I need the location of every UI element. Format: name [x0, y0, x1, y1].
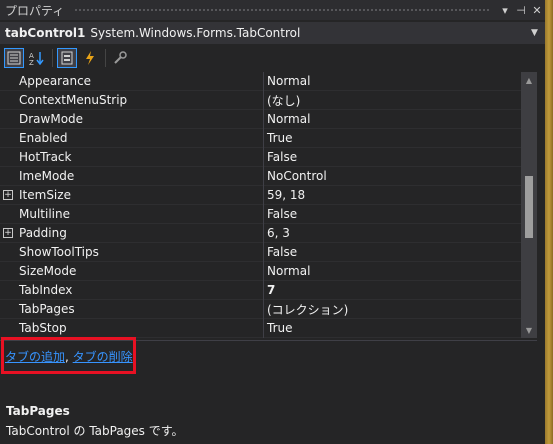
- property-name: SizeMode: [19, 264, 77, 278]
- row-gutter: [0, 148, 16, 167]
- close-icon[interactable]: ✕: [529, 1, 545, 19]
- property-name: TabStop: [19, 321, 67, 335]
- property-value[interactable]: Normal: [264, 112, 537, 126]
- scroll-thumb[interactable]: [525, 176, 533, 238]
- property-value[interactable]: Normal: [264, 264, 537, 278]
- titlebar-grip[interactable]: [74, 7, 491, 13]
- property-row[interactable]: Multiline False: [0, 204, 537, 224]
- property-value[interactable]: False: [264, 150, 537, 164]
- svg-text:Z: Z: [29, 59, 34, 65]
- pin-icon[interactable]: ⊣: [513, 1, 529, 19]
- property-toolbar: A Z: [0, 46, 545, 70]
- property-row[interactable]: ShowToolTips False: [0, 242, 537, 262]
- property-pages-button[interactable]: [110, 48, 130, 68]
- property-value[interactable]: True: [264, 321, 537, 335]
- property-name: TabIndex: [19, 283, 73, 297]
- property-row[interactable]: TabPages (コレクション): [0, 299, 537, 319]
- property-name: DrawMode: [19, 112, 84, 126]
- highlight-annotation: [1, 337, 136, 374]
- property-name: ImeMode: [19, 169, 75, 183]
- property-name: ShowToolTips: [19, 245, 99, 259]
- property-name: Multiline: [19, 207, 70, 221]
- property-row[interactable]: Enabled True: [0, 128, 537, 148]
- property-grid: Appearance Normal ContextMenuStrip (なし) Draw…: [0, 72, 537, 338]
- window-titlebar: プロパティ ▾ ⊣ ✕: [0, 0, 545, 20]
- property-value[interactable]: False: [264, 245, 537, 259]
- property-value[interactable]: NoControl: [264, 169, 537, 183]
- scroll-up-icon[interactable]: ▲: [521, 72, 537, 88]
- property-row[interactable]: DrawMode Normal: [0, 109, 537, 129]
- property-name: ContextMenuStrip: [19, 93, 128, 107]
- alphabetical-view-button[interactable]: A Z: [27, 48, 47, 68]
- properties-button[interactable]: [57, 48, 77, 68]
- row-gutter: [0, 167, 16, 186]
- property-value[interactable]: False: [264, 207, 537, 221]
- row-gutter: [0, 243, 16, 262]
- property-name: Enabled: [19, 131, 68, 145]
- property-value[interactable]: (なし): [264, 92, 537, 109]
- expand-icon[interactable]: +: [3, 190, 13, 200]
- object-name: tabControl1: [5, 26, 86, 40]
- expand-icon[interactable]: +: [3, 228, 13, 238]
- property-value[interactable]: (コレクション): [264, 301, 537, 318]
- row-gutter: [0, 110, 16, 129]
- lightning-icon: [86, 51, 94, 65]
- row-gutter: [0, 300, 16, 319]
- property-row[interactable]: TabIndex 7: [0, 280, 537, 300]
- events-button[interactable]: [80, 48, 100, 68]
- properties-icon: [61, 51, 73, 65]
- toolbar-separator: [52, 49, 53, 67]
- categorized-view-button[interactable]: [4, 48, 24, 68]
- property-row[interactable]: Appearance Normal: [0, 72, 537, 91]
- object-type: System.Windows.Forms.TabControl: [90, 26, 301, 40]
- row-gutter: [0, 129, 16, 148]
- property-name: TabPages: [19, 302, 75, 316]
- description-title: TabPages: [6, 404, 70, 418]
- property-value[interactable]: 6, 3: [264, 226, 537, 240]
- property-grid-scrollbar[interactable]: ▲ ▼: [521, 72, 537, 338]
- property-row[interactable]: TabStop True: [0, 318, 537, 338]
- property-row[interactable]: + Padding 6, 3: [0, 223, 537, 243]
- property-value[interactable]: 7: [264, 283, 537, 297]
- chevron-down-icon[interactable]: ▼: [531, 28, 545, 38]
- sort-alphabetical-icon: A Z: [29, 52, 44, 65]
- row-gutter: [0, 281, 16, 300]
- toolbar-separator-2: [105, 49, 106, 67]
- wrench-icon: [114, 51, 127, 64]
- property-row[interactable]: SizeMode Normal: [0, 261, 537, 281]
- window-options-icon[interactable]: ▾: [497, 1, 513, 19]
- row-gutter: [0, 319, 16, 338]
- row-gutter: [0, 262, 16, 281]
- property-name: ItemSize: [19, 188, 71, 202]
- row-gutter: [0, 205, 16, 224]
- property-row[interactable]: ImeMode NoControl: [0, 166, 537, 186]
- property-name: HotTrack: [19, 150, 72, 164]
- property-row[interactable]: HotTrack False: [0, 147, 537, 167]
- property-row[interactable]: ContextMenuStrip (なし): [0, 90, 537, 110]
- categorized-icon: [7, 51, 21, 65]
- background-strip: [545, 0, 553, 444]
- row-gutter: +: [0, 186, 16, 205]
- property-value[interactable]: Normal: [264, 74, 537, 88]
- property-value[interactable]: 59, 18: [264, 188, 537, 202]
- property-row[interactable]: + ItemSize 59, 18: [0, 185, 537, 205]
- description-text: TabControl の TabPages です。: [6, 424, 184, 438]
- property-value[interactable]: True: [264, 131, 537, 145]
- row-gutter: +: [0, 224, 16, 243]
- row-gutter: [0, 91, 16, 110]
- property-name: Appearance: [19, 74, 92, 88]
- window-title: プロパティ: [5, 3, 65, 18]
- row-gutter: [0, 72, 16, 91]
- scroll-down-icon[interactable]: ▼: [521, 322, 537, 338]
- object-selector[interactable]: tabControl1 System.Windows.Forms.TabCont…: [0, 22, 545, 44]
- property-name: Padding: [19, 226, 67, 240]
